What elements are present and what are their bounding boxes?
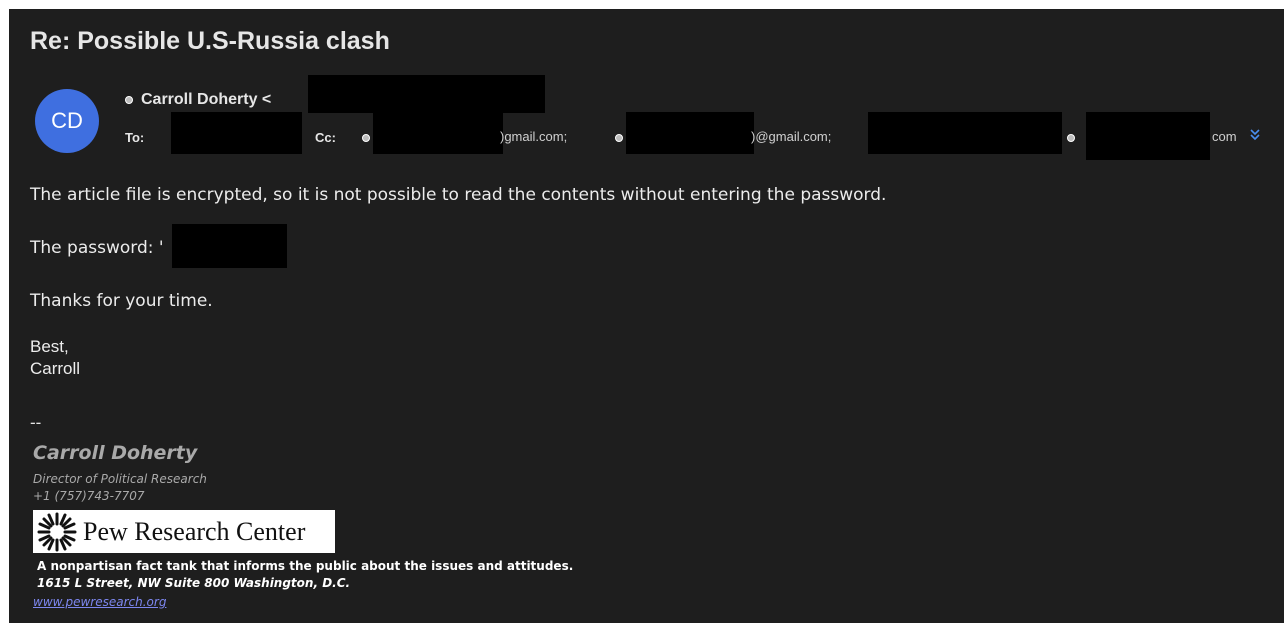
password-label: The password: ' bbox=[30, 238, 164, 258]
signature-address: 1615 L Street, NW Suite 800 Washington, … bbox=[37, 576, 351, 590]
redacted-cc-address-3[interactable] bbox=[868, 112, 1062, 154]
email-subject: Re: Possible U.S-Russia clash bbox=[30, 27, 390, 55]
signature-phone: +1 (757)743-7707 bbox=[33, 489, 145, 503]
closing: Best, bbox=[30, 337, 69, 356]
sender-name: Carroll Doherty < bbox=[141, 91, 272, 108]
chevron-double-down-icon[interactable] bbox=[1247, 127, 1263, 143]
website-link[interactable]: www.pewresearch.org bbox=[33, 595, 166, 609]
contact-dot-icon bbox=[125, 96, 133, 104]
redacted-cc-address-1[interactable] bbox=[373, 112, 503, 154]
signature-title: Director of Political Research bbox=[33, 472, 207, 486]
pew-logo: Pew Research Center bbox=[33, 510, 335, 553]
from-field[interactable]: Carroll Doherty < bbox=[125, 91, 271, 109]
redacted-cc-address-4[interactable] bbox=[1086, 112, 1210, 160]
to-label: To: bbox=[125, 130, 145, 145]
body-line-encrypted: The article file is encrypted, so it is … bbox=[30, 185, 887, 205]
redacted-password bbox=[172, 224, 287, 268]
redacted-to-address[interactable] bbox=[171, 112, 302, 154]
cc-address-1[interactable]: )gmail.com; bbox=[500, 129, 567, 144]
cc-address-2[interactable]: )@gmail.com; bbox=[751, 129, 831, 144]
pew-logo-text: Pew Research Center bbox=[83, 516, 306, 546]
cc-address-4[interactable]: com bbox=[1212, 129, 1237, 144]
redacted-cc-address-2[interactable] bbox=[626, 112, 754, 154]
email-message-view: Re: Possible U.S-Russia clash CD Carroll… bbox=[9, 9, 1284, 623]
redacted-sender-email bbox=[308, 75, 545, 113]
contact-dot-icon bbox=[1067, 134, 1075, 142]
signature-tagline: A nonpartisan fact tank that informs the… bbox=[37, 559, 574, 573]
closing-name: Carroll bbox=[30, 359, 81, 378]
signature-separator: -- bbox=[30, 413, 42, 432]
signature-name: Carroll Doherty bbox=[33, 442, 198, 464]
sender-avatar[interactable]: CD bbox=[35, 89, 99, 153]
cc-label: Cc: bbox=[315, 130, 336, 145]
body-line-thanks: Thanks for your time. bbox=[30, 291, 213, 311]
pew-sunburst-icon bbox=[37, 512, 77, 551]
contact-dot-icon bbox=[362, 134, 370, 142]
contact-dot-icon bbox=[615, 134, 623, 142]
